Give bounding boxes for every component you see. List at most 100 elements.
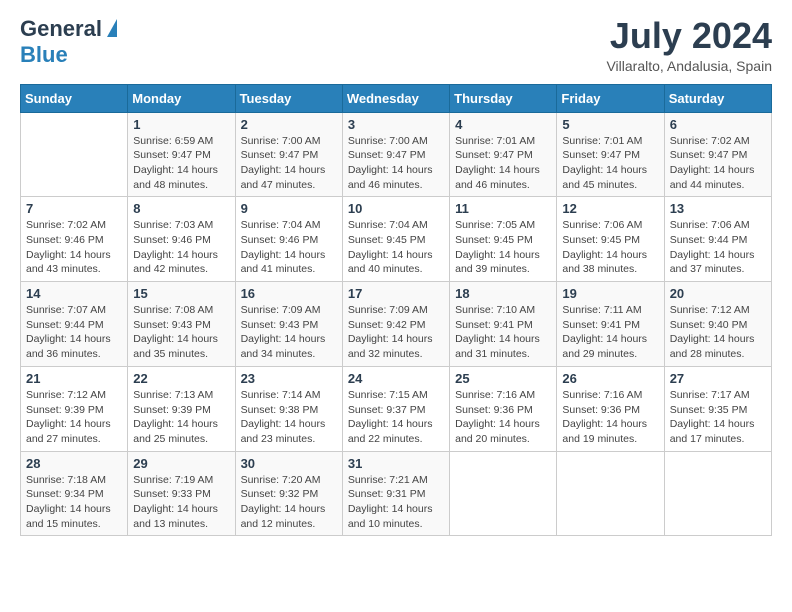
week-row-4: 21 Sunrise: 7:12 AMSunset: 9:39 PMDayligh…	[21, 366, 772, 451]
calendar-body: 1 Sunrise: 6:59 AMSunset: 9:47 PMDaylight…	[21, 112, 772, 536]
day-detail: Sunrise: 7:08 AMSunset: 9:43 PMDaylight:…	[133, 303, 229, 362]
day-cell	[664, 451, 771, 536]
day-number: 7	[26, 201, 122, 216]
day-cell: 27 Sunrise: 7:17 AMSunset: 9:35 PMDayligh…	[664, 366, 771, 451]
day-detail: Sunrise: 7:12 AMSunset: 9:39 PMDaylight:…	[26, 388, 122, 447]
day-number: 12	[562, 201, 658, 216]
header-cell-tuesday: Tuesday	[235, 84, 342, 112]
day-number: 6	[670, 117, 766, 132]
day-detail: Sunrise: 7:12 AMSunset: 9:40 PMDaylight:…	[670, 303, 766, 362]
day-cell: 2Sunrise: 7:00 AMSunset: 9:47 PMDaylight…	[235, 112, 342, 197]
header-cell-friday: Friday	[557, 84, 664, 112]
day-cell: 17Sunrise: 7:09 AMSunset: 9:42 PMDayligh…	[342, 282, 449, 367]
day-detail: Sunrise: 7:04 AMSunset: 9:46 PMDaylight:…	[241, 218, 337, 277]
day-cell	[450, 451, 557, 536]
day-detail: Sunrise: 7:06 AMSunset: 9:44 PMDaylight:…	[670, 218, 766, 277]
day-detail: Sunrise: 7:14 AMSunset: 9:38 PMDaylight:…	[241, 388, 337, 447]
day-number: 19	[562, 286, 658, 301]
header-cell-saturday: Saturday	[664, 84, 771, 112]
day-cell: 9 Sunrise: 7:04 AMSunset: 9:46 PMDaylight…	[235, 197, 342, 282]
day-cell: 5Sunrise: 7:01 AMSunset: 9:47 PMDaylight…	[557, 112, 664, 197]
day-cell: 10 Sunrise: 7:04 AMSunset: 9:45 PMDayligh…	[342, 197, 449, 282]
day-cell: 28Sunrise: 7:18 AMSunset: 9:34 PMDayligh…	[21, 451, 128, 536]
day-cell: 6 Sunrise: 7:02 AMSunset: 9:47 PMDaylight…	[664, 112, 771, 197]
day-detail: Sunrise: 7:17 AMSunset: 9:35 PMDaylight:…	[670, 388, 766, 447]
header-cell-wednesday: Wednesday	[342, 84, 449, 112]
day-cell: 24 Sunrise: 7:15 AMSunset: 9:37 PMDayligh…	[342, 366, 449, 451]
day-number: 11	[455, 201, 551, 216]
day-cell: 30 Sunrise: 7:20 AMSunset: 9:32 PMDayligh…	[235, 451, 342, 536]
week-row-2: 7 Sunrise: 7:02 AMSunset: 9:46 PMDaylight…	[21, 197, 772, 282]
day-number: 16	[241, 286, 337, 301]
day-detail: Sunrise: 7:02 AMSunset: 9:47 PMDaylight:…	[670, 134, 766, 193]
day-detail: Sunrise: 7:00 AMSunset: 9:47 PMDaylight:…	[348, 134, 444, 193]
day-cell: 25Sunrise: 7:16 AMSunset: 9:36 PMDayligh…	[450, 366, 557, 451]
header-cell-thursday: Thursday	[450, 84, 557, 112]
day-number: 28	[26, 456, 122, 471]
day-cell: 20 Sunrise: 7:12 AMSunset: 9:40 PMDayligh…	[664, 282, 771, 367]
day-number: 10	[348, 201, 444, 216]
header-cell-sunday: Sunday	[21, 84, 128, 112]
day-cell: 1 Sunrise: 6:59 AMSunset: 9:47 PMDaylight…	[128, 112, 235, 197]
day-cell: 3Sunrise: 7:00 AMSunset: 9:47 PMDaylight…	[342, 112, 449, 197]
month-year-title: July 2024	[606, 16, 772, 56]
day-detail: Sunrise: 7:04 AMSunset: 9:45 PMDaylight:…	[348, 218, 444, 277]
day-cell: 26Sunrise: 7:16 AMSunset: 9:36 PMDayligh…	[557, 366, 664, 451]
calendar-table: SundayMondayTuesdayWednesdayThursdayFrid…	[20, 84, 772, 537]
day-detail: Sunrise: 7:06 AMSunset: 9:45 PMDaylight:…	[562, 218, 658, 277]
day-number: 24	[348, 371, 444, 386]
day-number: 13	[670, 201, 766, 216]
day-number: 9	[241, 201, 337, 216]
day-number: 25	[455, 371, 551, 386]
day-cell: 15 Sunrise: 7:08 AMSunset: 9:43 PMDayligh…	[128, 282, 235, 367]
day-cell: 16 Sunrise: 7:09 AMSunset: 9:43 PMDayligh…	[235, 282, 342, 367]
day-cell: 18 Sunrise: 7:10 AMSunset: 9:41 PMDayligh…	[450, 282, 557, 367]
day-cell: 21 Sunrise: 7:12 AMSunset: 9:39 PMDayligh…	[21, 366, 128, 451]
title-area: July 2024 Villaralto, Andalusia, Spain	[606, 16, 772, 74]
logo-blue-text: Blue	[20, 42, 68, 68]
day-detail: Sunrise: 7:10 AMSunset: 9:41 PMDaylight:…	[455, 303, 551, 362]
day-cell	[557, 451, 664, 536]
day-detail: Sunrise: 7:15 AMSunset: 9:37 PMDaylight:…	[348, 388, 444, 447]
week-row-5: 28Sunrise: 7:18 AMSunset: 9:34 PMDayligh…	[21, 451, 772, 536]
day-detail: Sunrise: 6:59 AMSunset: 9:47 PMDaylight:…	[133, 134, 229, 193]
header: General Blue July 2024 Villaralto, Andal…	[20, 16, 772, 74]
day-number: 29	[133, 456, 229, 471]
day-number: 26	[562, 371, 658, 386]
day-cell: 12 Sunrise: 7:06 AMSunset: 9:45 PMDayligh…	[557, 197, 664, 282]
day-cell: 31Sunrise: 7:21 AMSunset: 9:31 PMDayligh…	[342, 451, 449, 536]
logo-general-text: General	[20, 16, 102, 42]
day-cell: 19Sunrise: 7:11 AMSunset: 9:41 PMDayligh…	[557, 282, 664, 367]
day-number: 27	[670, 371, 766, 386]
day-cell: 14Sunrise: 7:07 AMSunset: 9:44 PMDayligh…	[21, 282, 128, 367]
day-detail: Sunrise: 7:13 AMSunset: 9:39 PMDaylight:…	[133, 388, 229, 447]
logo: General Blue	[20, 16, 117, 68]
day-number: 21	[26, 371, 122, 386]
day-number: 5	[562, 117, 658, 132]
location-subtitle: Villaralto, Andalusia, Spain	[606, 58, 772, 74]
day-number: 23	[241, 371, 337, 386]
day-detail: Sunrise: 7:05 AMSunset: 9:45 PMDaylight:…	[455, 218, 551, 277]
day-cell: 29 Sunrise: 7:19 AMSunset: 9:33 PMDayligh…	[128, 451, 235, 536]
day-detail: Sunrise: 7:07 AMSunset: 9:44 PMDaylight:…	[26, 303, 122, 362]
header-row: SundayMondayTuesdayWednesdayThursdayFrid…	[21, 84, 772, 112]
day-cell: 22Sunrise: 7:13 AMSunset: 9:39 PMDayligh…	[128, 366, 235, 451]
day-number: 8	[133, 201, 229, 216]
day-number: 18	[455, 286, 551, 301]
day-number: 30	[241, 456, 337, 471]
day-cell: 13 Sunrise: 7:06 AMSunset: 9:44 PMDayligh…	[664, 197, 771, 282]
day-number: 1	[133, 117, 229, 132]
day-detail: Sunrise: 7:19 AMSunset: 9:33 PMDaylight:…	[133, 473, 229, 532]
day-detail: Sunrise: 7:02 AMSunset: 9:46 PMDaylight:…	[26, 218, 122, 277]
day-detail: Sunrise: 7:20 AMSunset: 9:32 PMDaylight:…	[241, 473, 337, 532]
day-detail: Sunrise: 7:09 AMSunset: 9:42 PMDaylight:…	[348, 303, 444, 362]
day-number: 20	[670, 286, 766, 301]
day-detail: Sunrise: 7:01 AMSunset: 9:47 PMDaylight:…	[455, 134, 551, 193]
day-detail: Sunrise: 7:09 AMSunset: 9:43 PMDaylight:…	[241, 303, 337, 362]
day-number: 4	[455, 117, 551, 132]
week-row-3: 14Sunrise: 7:07 AMSunset: 9:44 PMDayligh…	[21, 282, 772, 367]
calendar-header: SundayMondayTuesdayWednesdayThursdayFrid…	[21, 84, 772, 112]
day-cell: 4 Sunrise: 7:01 AMSunset: 9:47 PMDaylight…	[450, 112, 557, 197]
week-row-1: 1 Sunrise: 6:59 AMSunset: 9:47 PMDaylight…	[21, 112, 772, 197]
day-number: 15	[133, 286, 229, 301]
